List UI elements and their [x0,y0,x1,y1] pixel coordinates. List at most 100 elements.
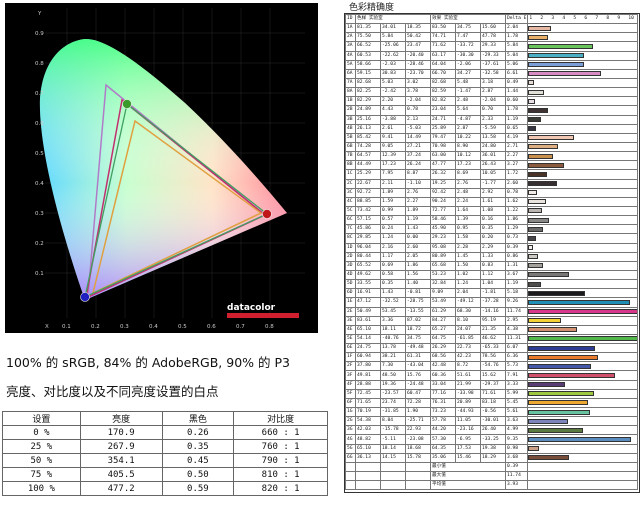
lab-value: 21.35 [480,324,506,335]
scale-tick: 3 [551,16,555,21]
cell-brightness: 477.2 [79,481,163,496]
lab-value: 26.24 [405,160,431,171]
delta-e-bar [528,272,569,278]
delta-e-row: 1B 82.29 2.20 -2.04 82.82 2.48 -2.04 0.60 [345,96,639,107]
lab-value: 44.20 [430,425,456,436]
delta-e-row: 6D 16.91 1.43 -0.81 9.09 2.04 -1.81 5.18 [345,288,639,299]
lab-value: 0.24 [380,224,406,235]
lab-value: 1.90 [405,407,431,418]
lab-value: -33.25 [480,434,506,445]
y-tick: 0.9 [35,31,44,37]
delta-e-bar [528,372,616,378]
delta-e-row: 2G 54.38 8.84 -25.71 57.78 11.05 -30.01 3.63 [345,416,639,427]
lab-value: 1.43 [405,224,431,235]
patch-id: 6B [345,141,356,153]
lab-value: 1.12 [480,269,506,281]
y-tick: 0.5 [35,151,44,157]
delta-e-value: 1.22 [504,205,529,217]
delta-e-row: 3C 92.72 1.89 2.76 92.42 2.48 2.92 0.78 [345,187,639,198]
patch-id: 6D [345,288,356,299]
delta-e-row: 2F 37.80 7.30 -43.04 42.48 8.72 -54.76 5.73 [345,361,639,372]
lab-value: -24.48 [405,379,431,390]
lab-value: 80.89 [430,251,456,262]
lab-value: 18.68 [405,443,431,454]
lab-value: -23.57 [380,388,406,399]
delta-e-value: 4.38 [504,324,529,335]
lab-value: -54.76 [480,361,506,372]
delta-e-value: 4.19 [504,132,529,143]
lab-value: 33.55 [355,279,381,290]
delta-e-bar-cell [527,251,639,262]
lab-value: 68.56 [430,352,456,363]
scale-tick: 7 [595,16,599,21]
cell-setting: 0 % [2,425,81,440]
lab-value: -20.40 [405,50,431,61]
delta-e-row: 5D 33.55 0.35 1.40 32.84 1.24 1.04 1.19 [345,279,639,290]
scale-tick: 9 [617,16,621,21]
lab-value: 60.53 [355,50,381,61]
delta-e-row: 5B 85.42 9.41 14.49 79.47 10.22 13.58 4.19 [345,132,639,143]
patch-id: 3D [345,260,356,271]
lab-value: 47.12 [355,297,381,308]
delta-e-bar-cell [527,333,639,345]
patch-id: 5C [345,205,356,217]
lab-value: 0.58 [380,269,406,281]
lab-value: 84.27 [430,315,456,326]
delta-e-value: 0.65 [504,123,529,134]
lab-value: 95.08 [430,242,456,253]
lab-value: 15.62 [480,370,506,381]
delta-e-bar [528,354,599,360]
patch-id: 7B [345,151,356,162]
spacer [527,461,639,473]
delta-e-bar-cell [527,50,639,61]
lab-value: -2.03 [380,59,406,70]
lab-value: -61.85 [455,333,481,345]
datacolor-logo-bar [227,313,299,318]
lab-value: 64.57 [355,151,381,162]
lab-value: -22.62 [380,50,406,61]
lab-value: 82.29 [355,96,381,107]
delta-e-bar-cell [527,279,639,290]
lab-value: 83.61 [355,315,381,326]
table-row: 50 % 354.1 0.45 790 : 1 [2,453,328,468]
white-point-caption: 亮度、对比度以及不同亮度设置的白点 [6,384,219,399]
scale-tick: 2 [540,16,544,21]
delta-e-row: 5G 65.10 18.14 18.68 64.35 17.53 19.38 0.98 [345,443,639,454]
table-row: 100 % 477.2 0.59 820 : 1 [2,481,328,496]
delta-e-bar [528,336,637,342]
delta-e-bar-cell [527,379,639,390]
delta-e-row: 1D 96.04 2.16 2.60 95.08 2.28 2.29 0.39 [345,242,639,253]
lab-value: 15.76 [405,370,431,381]
y-tick: 0.8 [35,61,44,67]
lab-value: 17.53 [455,443,481,454]
lab-value: -13.55 [405,306,431,317]
patch-id: 1A [345,23,356,34]
lab-value: 1.89 [405,205,431,217]
col-header: 对比度 [233,411,328,426]
patch-id: 4C [345,196,356,207]
delta-e-bar [528,89,545,95]
table-row: 75 % 405.5 0.50 810 : 1 [2,467,328,482]
lab-value: 1.45 [455,251,481,262]
spacer [405,471,431,482]
lab-value: 1.24 [455,279,481,290]
table-header-row: 设置 亮度 黑色 对比度 [2,411,328,426]
delta-e-bar-cell [527,306,639,317]
lab-value: 64.04 [430,59,456,70]
lab-value: 44.49 [355,160,381,171]
lab-value: 1.17 [380,251,406,262]
delta-e-bar-cell [527,452,639,463]
lab-value: 1.86 [405,260,431,271]
delta-e-row: 7A 82.68 5.03 3.02 82.68 5.48 3.18 0.49 [345,77,639,89]
delta-e-row: 3E 83.61 3.36 87.02 84.27 8.10 95.19 2.95 [345,315,639,326]
summary-value: 0.39 [504,461,529,473]
delta-e-bar [528,427,584,433]
lab-value: 8.87 [405,169,431,180]
lab-value: 29.85 [355,233,381,244]
delta-e-row: 8B 44.49 17.23 26.24 47.77 17.23 26.43 3.27 [345,160,639,171]
delta-e-row: 2D 80.44 1.17 2.05 80.89 1.45 1.33 0.86 [345,251,639,262]
lab-value: 58.46 [430,215,456,226]
lab-value: 73.42 [355,205,381,217]
delta-e-value: 1.78 [504,32,529,43]
lab-value: 17.23 [380,160,406,171]
